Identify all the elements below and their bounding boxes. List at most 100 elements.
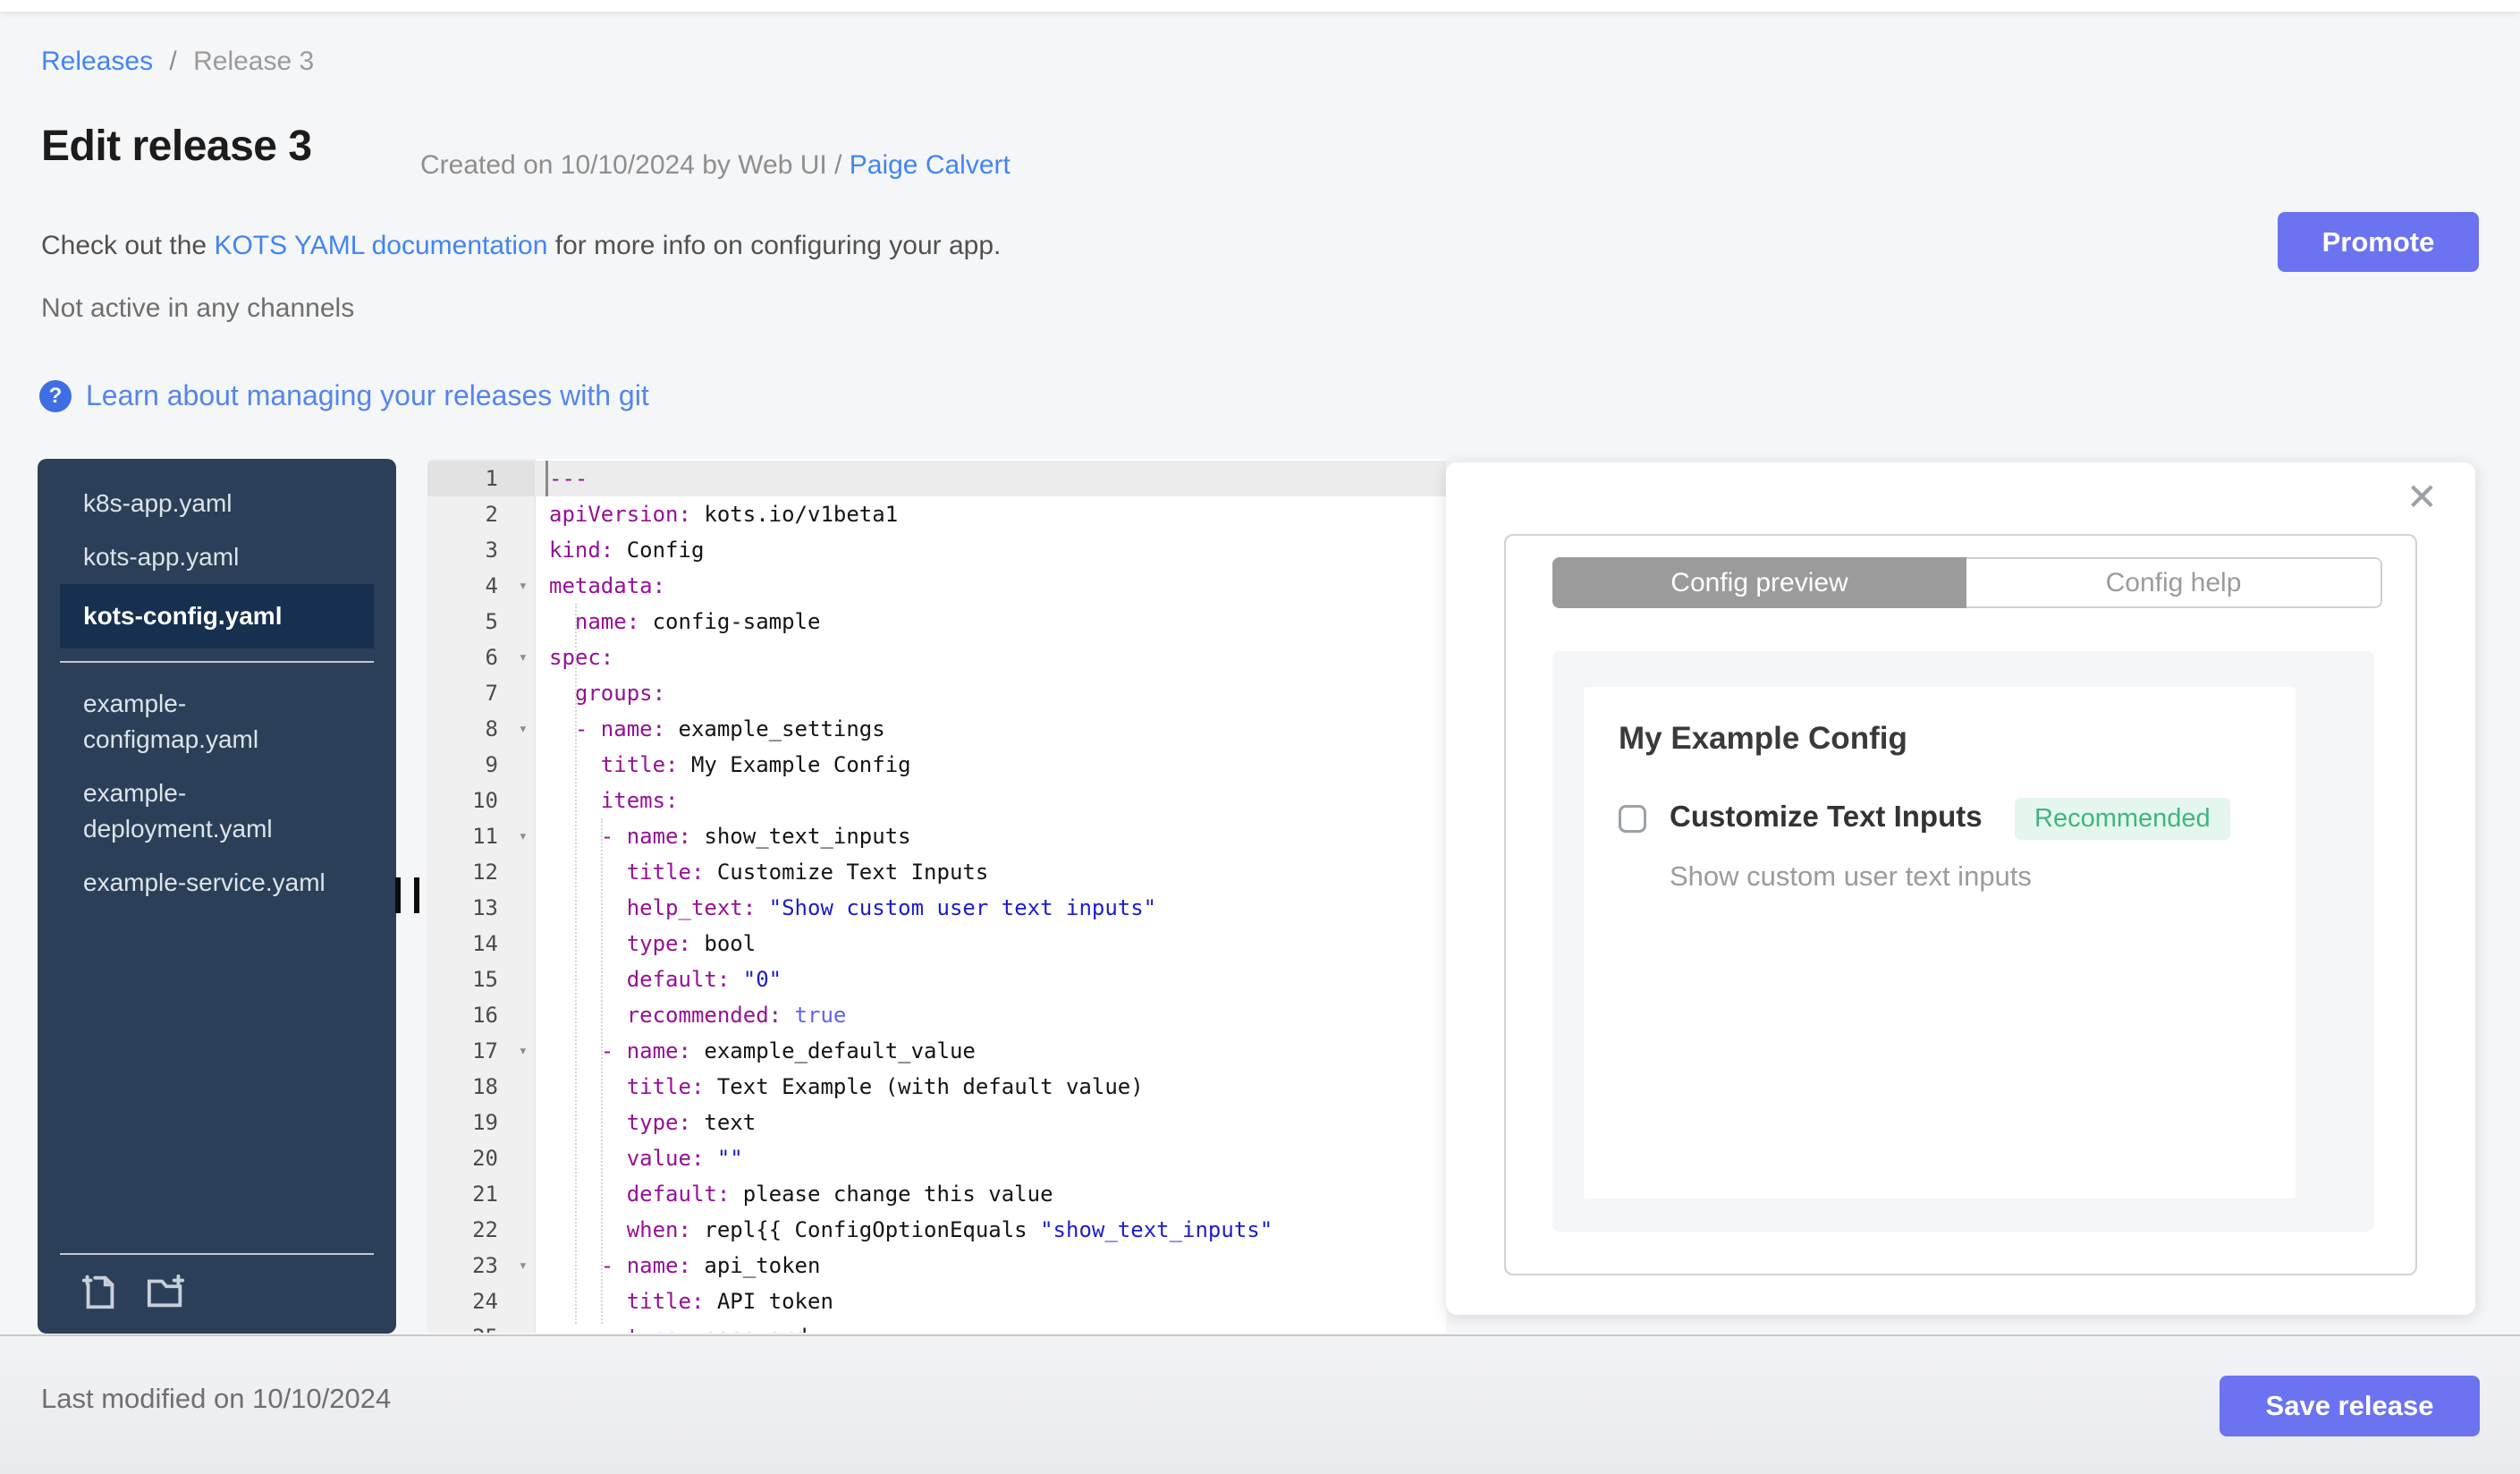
top-navbar-edge: [0, 0, 2520, 12]
code-line-20[interactable]: 20 value: "": [427, 1140, 1446, 1176]
file-item-example-service.yaml[interactable]: example-service.yaml: [60, 856, 342, 910]
code-line-3[interactable]: 3 kind: Config: [427, 532, 1446, 568]
close-icon[interactable]: ✕: [2406, 479, 2438, 516]
code-line-19[interactable]: 19 type: text: [427, 1105, 1446, 1140]
footer-bar: Last modified on 10/10/2024 Save release: [0, 1334, 2520, 1474]
doc-hint-line: Check out the KOTS YAML documentation fo…: [41, 231, 1001, 261]
yaml-code-editor[interactable]: 1 --- 2 apiVersion: kots.io/v1beta1 3 kind: C…: [427, 459, 1446, 1333]
code-line-12[interactable]: 12 title: Customize Text Inputs: [427, 854, 1446, 890]
code-line-content: title: My Example Config: [600, 752, 911, 777]
file-list-divider: [60, 661, 374, 663]
code-line-1[interactable]: 1 ---: [427, 461, 1446, 496]
option-description: Show custom user text inputs: [1670, 860, 2032, 892]
customize-text-inputs-checkbox[interactable]: [1619, 805, 1646, 833]
code-line-6[interactable]: 6 ▾ spec:: [427, 640, 1446, 675]
created-text: Created on 10/10/2024 by Web UI /: [420, 150, 850, 180]
preview-tabs: Config preview Config help: [1552, 557, 2382, 608]
line-number: 5: [485, 609, 498, 634]
file-item-kots-config.yaml[interactable]: kots-config.yaml: [60, 584, 374, 648]
page-title: Edit release 3: [41, 123, 312, 170]
doc-text-after: for more info on configuring your app.: [547, 231, 1002, 260]
resize-bar: [395, 877, 401, 913]
line-number: 14: [472, 931, 498, 956]
fold-arrow-icon[interactable]: ▾: [519, 1033, 528, 1069]
code-line-10[interactable]: 10 items:: [427, 783, 1446, 818]
breadcrumb-current: Release 3: [193, 47, 315, 76]
line-number: 8 ▾: [427, 711, 535, 747]
file-item-example-configmap.yaml[interactable]: example-configmap.yaml: [60, 677, 342, 767]
indent-guide: [601, 818, 603, 1324]
fold-arrow-icon[interactable]: ▾: [519, 818, 528, 854]
line-number: 13: [472, 895, 498, 920]
line-number: 6 ▾: [427, 640, 535, 675]
indent-guide: [575, 604, 577, 1324]
code-line-22[interactable]: 22 when: repl{{ ConfigOptionEquals "show…: [427, 1212, 1446, 1248]
line-number: 21: [472, 1182, 498, 1207]
line-number: 1: [427, 461, 535, 496]
line-number: 17 ▾: [427, 1033, 535, 1069]
fold-arrow-icon[interactable]: ▾: [519, 711, 528, 747]
text-cursor: [545, 461, 548, 496]
code-line-9[interactable]: 9 title: My Example Config: [427, 747, 1446, 783]
code-line-content: type: text: [626, 1110, 757, 1135]
code-line-2[interactable]: 2 apiVersion: kots.io/v1beta1: [427, 496, 1446, 532]
code-line-17[interactable]: 17 ▾ - name: example_default_value: [427, 1033, 1446, 1069]
tab-config-preview[interactable]: Config preview: [1552, 557, 1966, 608]
line-number: 3: [485, 538, 498, 563]
sidebar-editor-resize-handle[interactable]: [395, 877, 419, 913]
line-number: 24: [472, 1289, 498, 1314]
line-number: 9: [485, 752, 498, 777]
code-line-25[interactable]: 25 type: password: [427, 1319, 1446, 1333]
code-line-content: type: bool: [626, 931, 757, 956]
author-link[interactable]: Paige Calvert: [850, 150, 1011, 180]
save-release-button[interactable]: Save release: [2220, 1376, 2480, 1436]
option-label[interactable]: Customize Text Inputs: [1670, 800, 1983, 834]
new-file-icon[interactable]: [80, 1271, 121, 1312]
line-number: 2: [485, 502, 498, 527]
code-line-content: title: Customize Text Inputs: [626, 860, 989, 885]
file-item-example-deployment.yaml[interactable]: example-deployment.yaml: [60, 767, 342, 856]
code-line-content: ---: [535, 461, 1446, 496]
code-line-18[interactable]: 18 title: Text Example (with default val…: [427, 1069, 1446, 1105]
file-sidebar: k8s-app.yaml kots-app.yaml kots-config.yam…: [38, 459, 396, 1334]
code-line-15[interactable]: 15 default: "0": [427, 961, 1446, 997]
file-item-k8s-app.yaml[interactable]: k8s-app.yaml: [60, 477, 342, 530]
code-line-content: - name: example_settings: [549, 716, 885, 741]
code-line-8[interactable]: 8 ▾ - name: example_settings: [427, 711, 1446, 747]
promote-button[interactable]: Promote: [2278, 212, 2479, 272]
git-releases-link[interactable]: Learn about managing your releases with …: [86, 379, 649, 412]
code-line-4[interactable]: 4 ▾ metadata:: [427, 568, 1446, 604]
last-modified-text: Last modified on 10/10/2024: [41, 1383, 392, 1414]
file-item-kots-app.yaml[interactable]: kots-app.yaml: [60, 530, 342, 584]
code-line-content: groups:: [574, 681, 666, 706]
fold-arrow-icon[interactable]: ▾: [519, 568, 528, 604]
code-line-23[interactable]: 23 ▾ - name: api_token: [427, 1248, 1446, 1283]
line-number: 4 ▾: [427, 568, 535, 604]
code-line-content: name: config-sample: [574, 609, 821, 634]
help-question-icon[interactable]: ?: [39, 379, 72, 412]
code-line-content: help_text: "Show custom user text inputs…: [626, 895, 1157, 920]
line-number: 25: [427, 1319, 535, 1333]
new-folder-icon[interactable]: [146, 1271, 187, 1312]
channel-status: Not active in any channels: [41, 293, 355, 323]
code-line-13[interactable]: 13 help_text: "Show custom user text inp…: [427, 890, 1446, 926]
breadcrumb-releases-link[interactable]: Releases: [41, 47, 153, 76]
line-number: 15: [472, 967, 498, 992]
tab-config-help[interactable]: Config help: [1966, 557, 2382, 608]
kots-yaml-doc-link[interactable]: KOTS YAML documentation: [214, 231, 547, 260]
line-number: 19: [472, 1110, 498, 1135]
code-line-11[interactable]: 11 ▾ - name: show_text_inputs: [427, 818, 1446, 854]
doc-text-before: Check out the: [41, 231, 215, 260]
code-line-5[interactable]: 5 name: config-sample: [427, 604, 1446, 640]
code-line-16[interactable]: 16 recommended: true: [427, 997, 1446, 1033]
code-line-14[interactable]: 14 type: bool: [427, 926, 1446, 961]
fold-arrow-icon[interactable]: ▾: [519, 1248, 528, 1283]
sidebar-actions: [60, 1253, 374, 1319]
line-number: 11 ▾: [427, 818, 535, 854]
code-line-7[interactable]: 7 groups:: [427, 675, 1446, 711]
fold-arrow-icon[interactable]: ▾: [519, 640, 528, 675]
line-number: 12: [472, 860, 498, 885]
code-line-24[interactable]: 24 title: API token: [427, 1283, 1446, 1319]
code-line-content: kind: Config: [549, 538, 705, 563]
code-line-21[interactable]: 21 default: please change this value: [427, 1176, 1446, 1212]
